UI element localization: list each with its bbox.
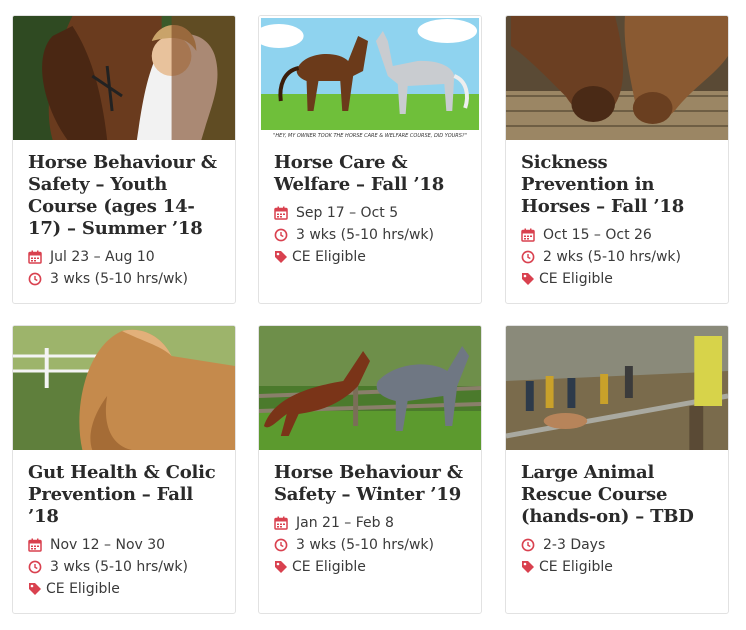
course-title[interactable]: Large Animal Rescue Course (hands-on) – … [521, 462, 718, 528]
calendar-icon [521, 228, 535, 242]
tag-icon [521, 560, 534, 574]
course-image-horses-playing[interactable] [259, 326, 481, 450]
course-duration: 2 wks (5-10 hrs/wk) [521, 246, 718, 268]
clock-icon [28, 272, 42, 286]
course-dates-text: Nov 12 – Nov 30 [50, 537, 166, 553]
course-dates-text: Jul 23 – Aug 10 [50, 249, 155, 265]
ce-eligible-label: CE Eligible [46, 581, 120, 597]
course-image-rescue-team[interactable] [506, 326, 728, 450]
course-card-horse-care-welfare[interactable]: "HEY, MY OWNER TOOK THE HORSE CARE & WEL… [258, 15, 482, 304]
course-duration-text: 2-3 Days [543, 537, 606, 553]
image-caption: "HEY, MY OWNER TOOK THE HORSE CARE & WEL… [273, 133, 467, 139]
course-duration-text: 3 wks (5-10 hrs/wk) [50, 271, 189, 287]
course-dates: Jan 21 – Feb 8 [274, 512, 471, 534]
course-dates: Sep 17 – Oct 5 [274, 202, 471, 224]
course-duration-text: 2 wks (5-10 hrs/wk) [543, 249, 682, 265]
tag-icon [521, 272, 534, 286]
course-card-large-animal-rescue[interactable]: Large Animal Rescue Course (hands-on) – … [505, 325, 729, 614]
course-dates-text: Oct 15 – Oct 26 [543, 227, 652, 243]
course-title[interactable]: Sickness Prevention in Horses – Fall ’18 [521, 152, 718, 218]
course-title[interactable]: Horse Behaviour & Safety – Youth Course … [28, 152, 225, 240]
course-duration: 3 wks (5-10 hrs/wk) [28, 268, 225, 290]
course-title[interactable]: Horse Care & Welfare – Fall ’18 [274, 152, 471, 196]
calendar-icon [274, 206, 288, 220]
course-ce-badge: CE Eligible [521, 268, 718, 290]
calendar-icon [28, 250, 42, 264]
course-duration: 3 wks (5-10 hrs/wk) [28, 556, 225, 578]
course-dates: Oct 15 – Oct 26 [521, 224, 718, 246]
course-dates: Jul 23 – Aug 10 [28, 246, 225, 268]
course-dates: Nov 12 – Nov 30 [28, 534, 225, 556]
clock-icon [521, 538, 535, 552]
course-card-gut-health[interactable]: Gut Health & Colic Prevention – Fall ’18… [12, 325, 236, 614]
course-ce-badge: CE Eligible [521, 556, 718, 578]
course-duration: 3 wks (5-10 hrs/wk) [274, 224, 471, 246]
course-image-cartoon-horses[interactable]: "HEY, MY OWNER TOOK THE HORSE CARE & WEL… [259, 16, 481, 140]
course-ce-badge: CE Eligible [274, 246, 471, 268]
clock-icon [274, 538, 288, 552]
course-title[interactable]: Gut Health & Colic Prevention – Fall ’18 [28, 462, 225, 528]
course-ce-badge: CE Eligible [28, 578, 225, 600]
course-duration-text: 3 wks (5-10 hrs/wk) [296, 537, 435, 553]
tag-icon [28, 582, 41, 596]
course-image-horse-and-rider[interactable] [13, 16, 235, 140]
course-dates-text: Sep 17 – Oct 5 [296, 205, 399, 221]
course-dates-text: Jan 21 – Feb 8 [296, 515, 394, 531]
tag-icon [274, 560, 287, 574]
ce-eligible-label: CE Eligible [292, 249, 366, 265]
course-duration-text: 3 wks (5-10 hrs/wk) [296, 227, 435, 243]
calendar-icon [28, 538, 42, 552]
clock-icon [28, 560, 42, 574]
calendar-icon [274, 516, 288, 530]
tag-icon [274, 250, 287, 264]
course-card-sickness-prevention[interactable]: Sickness Prevention in Horses – Fall ’18… [505, 15, 729, 304]
course-duration: 3 wks (5-10 hrs/wk) [274, 534, 471, 556]
clock-icon [521, 250, 535, 264]
ce-eligible-label: CE Eligible [292, 559, 366, 575]
course-duration: 2-3 Days [521, 534, 718, 556]
ce-eligible-label: CE Eligible [539, 559, 613, 575]
course-image-horse-lying-down[interactable] [13, 326, 235, 450]
course-ce-badge: CE Eligible [274, 556, 471, 578]
ce-eligible-label: CE Eligible [539, 271, 613, 287]
course-duration-text: 3 wks (5-10 hrs/wk) [50, 559, 189, 575]
course-image-two-horses-stable[interactable] [506, 16, 728, 140]
course-card-horse-behaviour-winter[interactable]: Horse Behaviour & Safety – Winter ’19 Ja… [258, 325, 482, 614]
clock-icon [274, 228, 288, 242]
course-title[interactable]: Horse Behaviour & Safety – Winter ’19 [274, 462, 471, 506]
course-card-horse-behaviour-youth[interactable]: Horse Behaviour & Safety – Youth Course … [12, 15, 236, 304]
